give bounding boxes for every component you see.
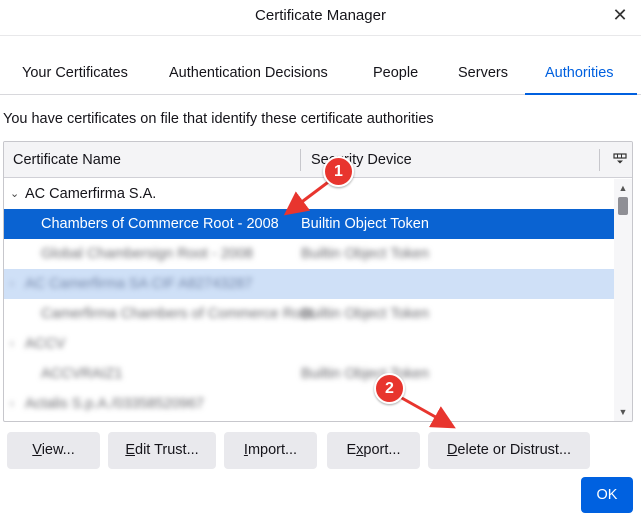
security-device: Builtin Object Token xyxy=(301,246,429,262)
title-bar: Certificate Manager ✕ xyxy=(0,0,641,34)
certificate-name: Actalis S.p.A./03358520967 xyxy=(25,396,204,412)
annotation-marker-2: 2 xyxy=(374,373,405,404)
certificate-list: ⌄ AC Camerfirma S.A. Chambers of Commerc… xyxy=(4,179,614,419)
scroll-up-arrow-icon[interactable]: ▲ xyxy=(617,182,629,194)
security-device: Builtin Object Token xyxy=(301,216,429,232)
certificate-name: ACCV xyxy=(25,336,66,352)
column-header-certificate-name[interactable]: Certificate Name xyxy=(13,142,121,178)
tab-servers[interactable]: Servers xyxy=(458,36,508,95)
tab-authentication-decisions[interactable]: Authentication Decisions xyxy=(169,36,328,95)
tree-group-row[interactable]: › Actalis S.p.A./03358520967 xyxy=(4,389,614,419)
import-button[interactable]: Import... xyxy=(224,432,317,469)
tab-bar: Your Certificates Authentication Decisio… xyxy=(0,35,641,95)
column-divider[interactable] xyxy=(300,149,301,171)
delete-or-distrust-button[interactable]: Delete or Distrust... xyxy=(428,432,590,469)
tree-group-row[interactable]: › ACCV xyxy=(4,329,614,359)
table-row[interactable]: Global Chambersign Root - 2008 Builtin O… xyxy=(4,239,614,269)
certificate-name: AC Camerfirma S.A. xyxy=(25,186,157,202)
chevron-right-icon[interactable]: › xyxy=(10,269,22,299)
description-text: You have certificates on file that ident… xyxy=(3,111,434,127)
column-divider[interactable] xyxy=(599,149,600,171)
table-row[interactable]: ACCVRAIZ1 Builtin Object Token xyxy=(4,359,614,389)
scrollbar-thumb[interactable] xyxy=(618,197,628,215)
chevron-down-icon[interactable]: ⌄ xyxy=(10,179,22,209)
table-header: Certificate Name Security Device xyxy=(4,142,632,178)
security-device: Builtin Object Token xyxy=(301,306,429,322)
edit-trust-button[interactable]: Edit Trust... xyxy=(108,432,216,469)
tab-authorities[interactable]: Authorities xyxy=(525,36,637,95)
table-row-selected[interactable]: Chambers of Commerce Root - 2008 Builtin… xyxy=(4,209,614,239)
certificate-name: Chambers of Commerce Root - 2008 xyxy=(41,216,279,232)
certificate-name: Global Chambersign Root - 2008 xyxy=(41,246,253,262)
tab-your-certificates[interactable]: Your Certificates xyxy=(22,36,128,95)
certificate-name: AC Camerfirma SA CIF A82743287 xyxy=(25,276,253,292)
window-title: Certificate Manager xyxy=(255,7,386,24)
export-button[interactable]: Export... xyxy=(327,432,420,469)
vertical-scrollbar[interactable]: ▲ ▼ xyxy=(614,179,632,421)
chevron-right-icon[interactable]: › xyxy=(10,389,22,419)
certificate-name: Camerfirma Chambers of Commerce Root xyxy=(41,306,314,322)
column-picker-icon[interactable] xyxy=(613,153,627,165)
tree-group-row[interactable]: › AC Camerfirma SA CIF A82743287 xyxy=(4,269,614,299)
view-button[interactable]: View... xyxy=(7,432,100,469)
tab-people[interactable]: People xyxy=(373,36,418,95)
security-device: Builtin Object Token xyxy=(301,366,429,382)
tree-group-row[interactable]: ⌄ AC Camerfirma S.A. xyxy=(4,179,614,209)
scroll-down-arrow-icon[interactable]: ▼ xyxy=(617,406,629,418)
certificate-tree[interactable]: Certificate Name Security Device ⌄ AC Ca… xyxy=(3,141,633,422)
ok-button[interactable]: OK xyxy=(581,477,633,513)
annotation-marker-1: 1 xyxy=(323,156,354,187)
table-row[interactable]: Camerfirma Chambers of Commerce Root Bui… xyxy=(4,299,614,329)
close-icon[interactable]: ✕ xyxy=(609,4,631,26)
certificate-name: ACCVRAIZ1 xyxy=(41,366,123,382)
chevron-right-icon[interactable]: › xyxy=(10,329,22,359)
